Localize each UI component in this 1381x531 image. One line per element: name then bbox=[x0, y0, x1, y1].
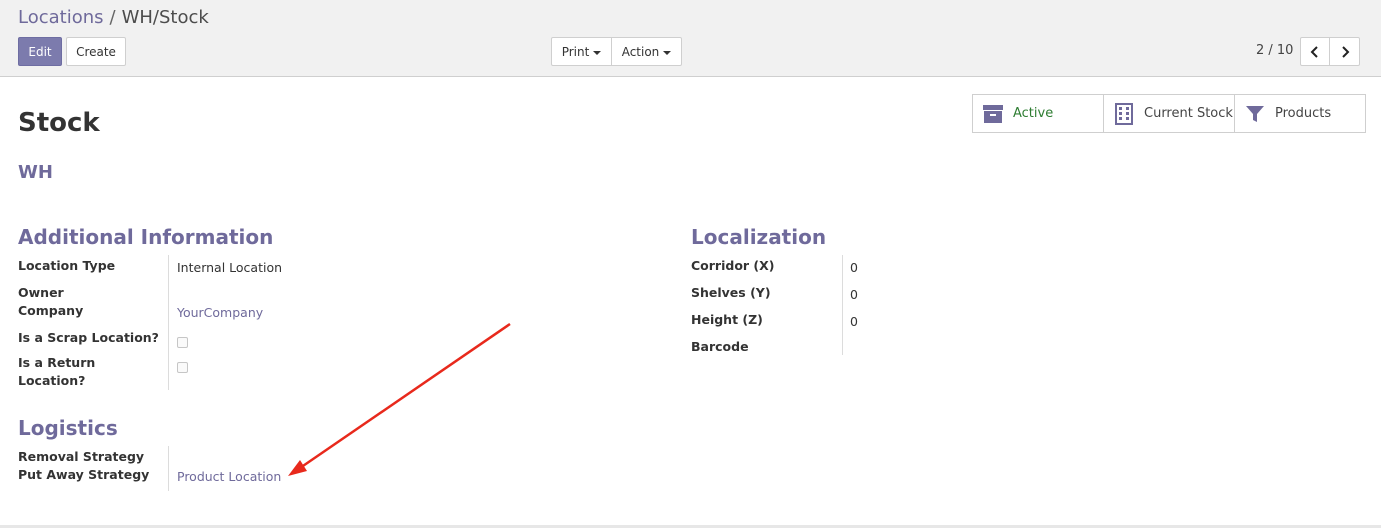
corridor-label: Corridor (X) bbox=[691, 258, 775, 273]
action-label: Action bbox=[621, 44, 660, 59]
active-label: Active bbox=[1013, 106, 1054, 121]
create-button-label: Create bbox=[76, 44, 116, 59]
owner-company-label-line1: Owner bbox=[18, 285, 64, 300]
height-value[interactable]: 0 bbox=[850, 314, 858, 329]
additional-information-heading: Additional Information bbox=[18, 225, 274, 249]
filter-icon bbox=[1241, 104, 1269, 124]
corridor-value[interactable]: 0 bbox=[850, 260, 858, 275]
breadcrumb-separator: / bbox=[109, 7, 116, 28]
owner-company-label-line2: Company bbox=[18, 303, 84, 318]
print-label: Print bbox=[561, 44, 590, 59]
field-separator bbox=[842, 255, 843, 355]
return-location-label-line1: Is a Return bbox=[18, 355, 96, 370]
shelves-label: Shelves (Y) bbox=[691, 285, 771, 300]
building-icon bbox=[1110, 102, 1138, 125]
location-type-value[interactable]: Internal Location bbox=[177, 260, 282, 275]
barcode-label: Barcode bbox=[691, 339, 749, 354]
parent-location-link[interactable]: WH bbox=[18, 162, 53, 183]
location-type-label: Location Type bbox=[18, 258, 116, 273]
field-separator bbox=[168, 446, 169, 491]
putaway-strategy-value[interactable]: Product Location bbox=[177, 469, 281, 484]
products-button[interactable]: Products bbox=[1234, 94, 1366, 133]
edit-button[interactable]: Edit bbox=[18, 37, 62, 66]
shelves-value[interactable]: 0 bbox=[850, 287, 858, 302]
putaway-strategy-label: Put Away Strategy bbox=[18, 467, 150, 482]
archive-icon bbox=[979, 104, 1007, 124]
height-label: Height (Z) bbox=[691, 312, 763, 327]
pager-value: 2 / 10 bbox=[1256, 43, 1294, 58]
return-location-label-line2: Location? bbox=[18, 373, 86, 388]
localization-heading: Localization bbox=[691, 225, 827, 249]
logistics-heading: Logistics bbox=[18, 416, 118, 440]
current-stock-button[interactable]: Current Stock bbox=[1103, 94, 1235, 133]
breadcrumb: Locations / WH/Stock bbox=[18, 7, 209, 28]
scrap-location-checkbox[interactable] bbox=[177, 337, 188, 348]
current-stock-label: Current Stock bbox=[1144, 106, 1233, 121]
action-dropdown-button[interactable]: Action bbox=[611, 37, 682, 66]
print-dropdown-button[interactable]: Print bbox=[551, 37, 612, 66]
products-label: Products bbox=[1275, 106, 1332, 121]
caret-down-icon bbox=[593, 50, 602, 55]
chevron-right-icon bbox=[1341, 45, 1349, 58]
pager-next-button[interactable] bbox=[1329, 37, 1360, 66]
scrap-location-label: Is a Scrap Location? bbox=[18, 330, 159, 345]
removal-strategy-label: Removal Strategy bbox=[18, 449, 145, 464]
return-location-checkbox[interactable] bbox=[177, 362, 188, 373]
create-button[interactable]: Create bbox=[66, 37, 126, 66]
caret-down-icon bbox=[663, 50, 672, 55]
breadcrumb-current: WH/Stock bbox=[121, 7, 209, 28]
field-separator bbox=[168, 255, 169, 390]
location-title: Stock bbox=[18, 108, 100, 138]
chevron-left-icon bbox=[1310, 45, 1318, 58]
breadcrumb-locations-link[interactable]: Locations bbox=[18, 7, 104, 28]
control-panel: Locations / WH/Stock Edit Create Print Act… bbox=[0, 0, 1381, 77]
form-sheet: Active Current Stock Products Stock WH A… bbox=[0, 78, 1381, 528]
pager-previous-button[interactable] bbox=[1300, 37, 1330, 66]
owner-company-value[interactable]: YourCompany bbox=[177, 305, 263, 320]
edit-button-label: Edit bbox=[28, 44, 52, 59]
active-toggle-button[interactable]: Active bbox=[972, 94, 1104, 133]
